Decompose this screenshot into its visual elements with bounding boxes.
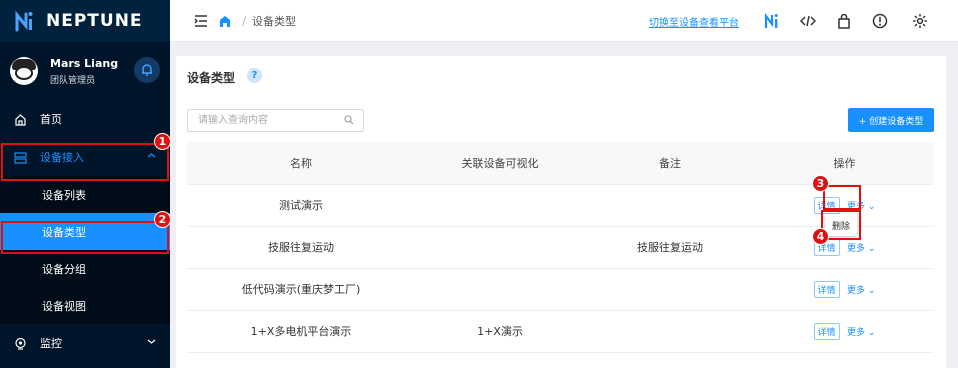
more-label: 更多 bbox=[847, 285, 866, 296]
cell-visualization bbox=[415, 268, 585, 311]
app-name: NEPTUNE bbox=[46, 11, 143, 31]
home-icon[interactable] bbox=[218, 14, 232, 28]
help-icon[interactable]: ? bbox=[247, 68, 262, 83]
annotation-box-3 bbox=[823, 185, 861, 210]
sidebar-item-label: 首页 bbox=[40, 113, 62, 126]
device-type-table: 名称 关联设备可视化 备注 操作 测试演示 详情 更多 ⌄ 技服往复运动 技服往… bbox=[187, 142, 934, 353]
sidebar-item-device-view[interactable]: 设备视图 bbox=[0, 287, 170, 324]
cell-visualization bbox=[415, 184, 585, 227]
sidebar-item-label: 设备列表 bbox=[42, 188, 86, 202]
cell-note bbox=[585, 268, 755, 311]
neptune-icon[interactable] bbox=[762, 11, 782, 31]
cell-actions: 详情 更多 ⌄ bbox=[755, 310, 934, 353]
sidebar-item-label: 设备视图 bbox=[42, 299, 86, 313]
user-name: Mars Liang bbox=[50, 56, 119, 70]
page-title: 设备类型 bbox=[187, 71, 236, 85]
cell-name: 测试演示 bbox=[187, 184, 415, 227]
cell-note: 技服往复运动 bbox=[585, 226, 755, 269]
cell-name: 技服往复运动 bbox=[187, 226, 415, 269]
annotation-box-2 bbox=[1, 221, 169, 254]
avatar[interactable] bbox=[10, 57, 38, 85]
cell-note bbox=[585, 184, 755, 227]
cell-name: 低代码演示(重庆梦工厂) bbox=[187, 268, 415, 311]
more-dropdown[interactable]: 更多 ⌄ bbox=[847, 283, 875, 296]
cell-actions: 详情 更多 ⌄ bbox=[755, 268, 934, 311]
more-dropdown[interactable]: 更多 ⌄ bbox=[847, 325, 875, 338]
sidebar-item-device-list[interactable]: 设备列表 bbox=[0, 176, 170, 213]
cell-visualization: 1+X演示 bbox=[415, 310, 585, 353]
column-header-note: 备注 bbox=[585, 142, 755, 185]
chevron-down-icon: ⌄ bbox=[865, 285, 876, 296]
breadcrumb-separator: / bbox=[242, 13, 247, 28]
sidebar-item-monitor[interactable]: 监控 bbox=[0, 324, 170, 362]
more-label: 更多 bbox=[847, 243, 866, 254]
code-icon[interactable] bbox=[798, 11, 818, 31]
user-role: 团队管理员 bbox=[50, 75, 96, 86]
table-row: 1+X多电机平台演示 1+X演示 详情 更多 ⌄ bbox=[187, 310, 934, 353]
chevron-down-icon bbox=[147, 339, 156, 344]
sidebar: NEPTUNE Mars Liang 团队管理员 首页 设备接入 设备列表 设备… bbox=[0, 0, 170, 368]
table-row: 低代码演示(重庆梦工厂) 详情 更多 ⌄ bbox=[187, 268, 934, 311]
search-icon[interactable] bbox=[344, 115, 354, 125]
menu-fold-icon[interactable] bbox=[194, 14, 208, 27]
column-header-name: 名称 bbox=[187, 142, 415, 185]
sidebar-item-label: 监控 bbox=[40, 337, 62, 350]
cell-note bbox=[585, 310, 755, 353]
search-input[interactable] bbox=[187, 109, 364, 132]
create-device-type-button[interactable]: + 创建设备类型 bbox=[848, 108, 934, 132]
chevron-down-icon: ⌄ bbox=[865, 201, 876, 212]
sidebar-item-label: 设备分组 bbox=[42, 262, 86, 276]
annotation-badge-1: 1 bbox=[154, 133, 171, 150]
neptune-logo-icon bbox=[15, 10, 33, 32]
breadcrumb: 设备类型 bbox=[252, 14, 297, 28]
more-label: 更多 bbox=[847, 327, 866, 338]
monitor-icon bbox=[13, 336, 27, 350]
more-dropdown[interactable]: 更多 ⌄ bbox=[847, 241, 875, 254]
detail-button[interactable]: 详情 bbox=[813, 280, 840, 298]
logo[interactable]: NEPTUNE bbox=[0, 0, 170, 42]
column-header-visualization: 关联设备可视化 bbox=[415, 142, 585, 185]
switch-platform-link[interactable]: 切换至设备查看平台 bbox=[649, 14, 739, 29]
cell-name: 1+X多电机平台演示 bbox=[187, 310, 415, 353]
user-profile: Mars Liang 团队管理员 bbox=[0, 42, 170, 100]
shopping-bag-icon[interactable] bbox=[834, 11, 854, 31]
chevron-down-icon: ⌄ bbox=[865, 243, 876, 254]
detail-button[interactable]: 详情 bbox=[813, 322, 840, 340]
annotation-badge-4: 4 bbox=[812, 228, 829, 245]
annotation-badge-3: 3 bbox=[812, 175, 829, 192]
sidebar-item-home[interactable]: 首页 bbox=[0, 100, 170, 138]
bell-icon[interactable] bbox=[134, 57, 160, 83]
top-header: / 设备类型 切换至设备查看平台 bbox=[170, 0, 958, 42]
chevron-down-icon: ⌄ bbox=[865, 327, 876, 338]
home-icon bbox=[13, 112, 27, 126]
annotation-box-1 bbox=[1, 143, 169, 181]
cell-visualization bbox=[415, 226, 585, 269]
sidebar-item-device-group[interactable]: 设备分组 bbox=[0, 250, 170, 287]
info-icon[interactable] bbox=[870, 11, 890, 31]
column-header-actions: 操作 bbox=[755, 142, 934, 185]
annotation-badge-2: 2 bbox=[154, 211, 171, 228]
gear-icon[interactable] bbox=[910, 11, 930, 31]
